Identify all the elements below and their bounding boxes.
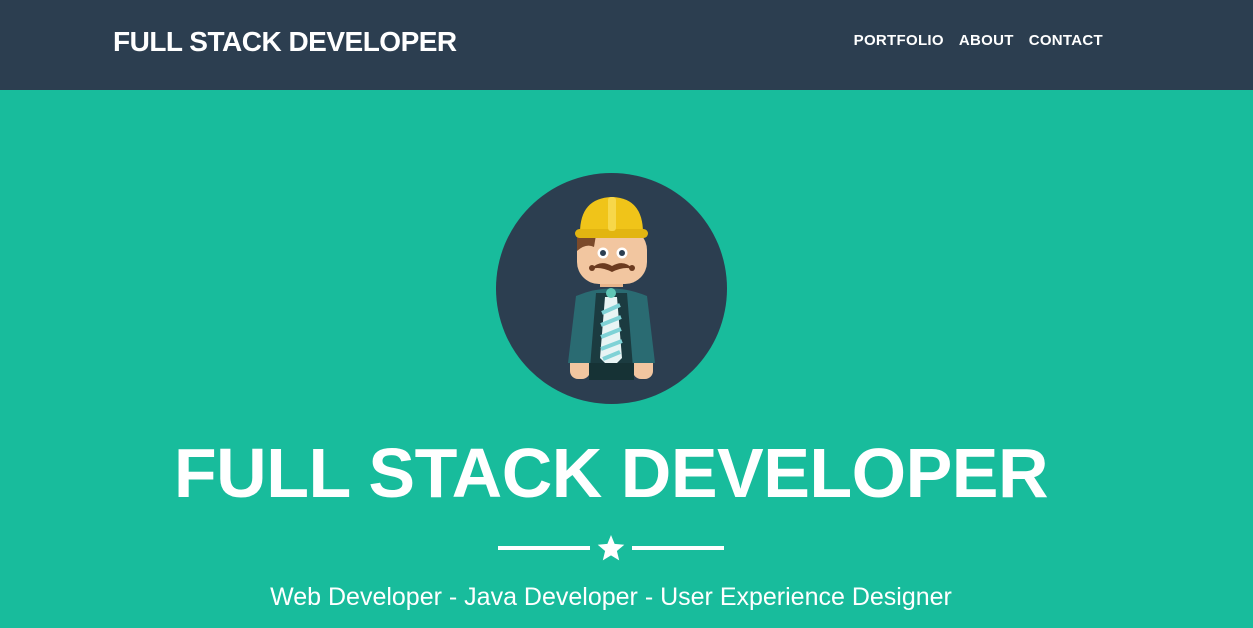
- divider-line-left: [498, 546, 590, 550]
- brand-link[interactable]: FULL STACK DEVELOPER: [113, 26, 457, 58]
- nav-link-about[interactable]: ABOUT: [959, 32, 1014, 49]
- hero-title: FULL STACK DEVELOPER: [173, 434, 1049, 512]
- hero-section: FULL STACK DEVELOPER Web Developer - Jav…: [0, 90, 1253, 628]
- navbar: FULL STACK DEVELOPER PORTFOLIO ABOUT CON…: [0, 0, 1253, 90]
- star-icon: [597, 535, 625, 561]
- divider-line-right: [632, 546, 724, 550]
- nav-link-portfolio[interactable]: PORTFOLIO: [854, 32, 944, 49]
- nav-menu: PORTFOLIO ABOUT CONTACT: [854, 32, 1103, 49]
- star-divider: [498, 535, 724, 561]
- hero-tagline: Web Developer - Java Developer - User Ex…: [270, 583, 952, 611]
- developer-avatar-icon: [496, 173, 727, 404]
- nav-link-contact[interactable]: CONTACT: [1029, 32, 1103, 49]
